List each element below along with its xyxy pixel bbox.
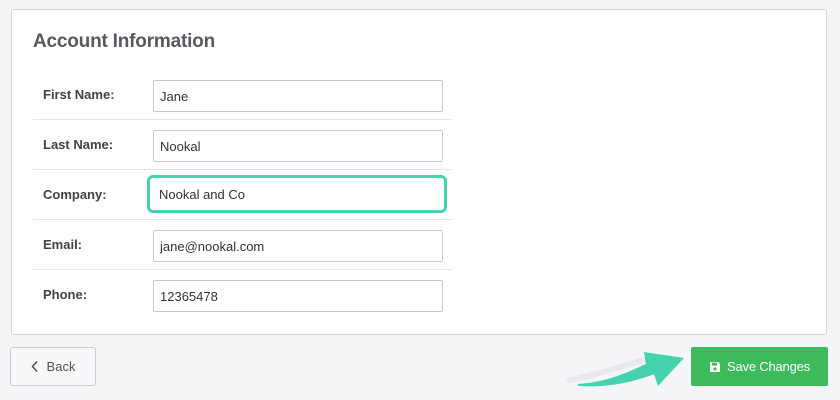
- account-form: First Name: Last Name: Company: Email: P…: [33, 70, 452, 319]
- email-input[interactable]: [153, 230, 443, 262]
- account-information-panel: Account Information First Name: Last Nam…: [11, 9, 827, 335]
- last-name-label: Last Name:: [43, 137, 114, 152]
- form-row-email: Email:: [33, 220, 452, 270]
- floppy-disk-icon: [709, 361, 721, 373]
- back-button[interactable]: Back: [10, 347, 96, 386]
- phone-label: Phone:: [43, 287, 88, 302]
- panel-title: Account Information: [33, 31, 215, 52]
- annotation-arrow-icon: [567, 352, 684, 387]
- company-label: Company:: [43, 187, 107, 202]
- save-button-label: Save Changes: [727, 359, 810, 374]
- phone-input[interactable]: [153, 280, 443, 312]
- first-name-input[interactable]: [153, 80, 443, 112]
- chevron-left-icon: [31, 361, 38, 372]
- form-row-last-name: Last Name:: [33, 120, 452, 170]
- save-changes-button[interactable]: Save Changes: [691, 347, 828, 386]
- form-row-phone: Phone:: [33, 270, 452, 319]
- form-row-first-name: First Name:: [33, 70, 452, 120]
- email-label: Email:: [43, 237, 83, 252]
- last-name-input[interactable]: [153, 130, 443, 162]
- back-button-label: Back: [46, 359, 76, 374]
- company-input[interactable]: [147, 175, 447, 213]
- first-name-label: First Name:: [43, 87, 115, 102]
- form-row-company: Company:: [33, 170, 452, 220]
